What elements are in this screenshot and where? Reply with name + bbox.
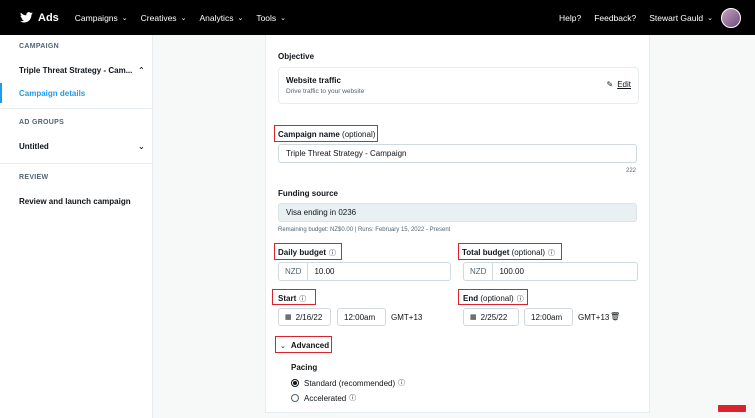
funding-source-field: Visa ending in 0236 — [278, 203, 637, 222]
currency-label: NZD — [279, 263, 309, 280]
chevron-down-icon: ⌄ — [138, 142, 145, 151]
pencil-icon: ✎ — [606, 80, 614, 89]
sidebar-item-review[interactable]: Review and launch campaign — [0, 197, 131, 206]
funding-note: Remaining budget: NZ$0.00 | Runs: Februa… — [278, 227, 451, 233]
account-menu[interactable]: Stewart Gauld ⌄ — [649, 13, 713, 23]
start-time-value: 12:00am — [344, 312, 376, 322]
campaign-name-value: Triple Threat Strategy - Campaign — [286, 149, 407, 158]
calendar-icon: ▦ — [470, 314, 477, 321]
info-icon[interactable]: ⓘ — [349, 393, 356, 403]
end-date-input[interactable]: ▦ 2/25/22 — [463, 308, 519, 326]
end-timezone: GMT+13 — [578, 313, 610, 322]
pacing-standard-option[interactable]: Standard (recommended) ⓘ — [291, 378, 405, 388]
user-nav: Help? Feedback? Stewart Gauld ⌄ — [559, 7, 755, 28]
highlight-box — [272, 289, 316, 305]
chevron-down-icon: ⌄ — [121, 14, 128, 22]
nav-campaigns[interactable]: Campaigns ⌄ — [75, 13, 128, 23]
objective-card: Website traffic Drive traffic to your we… — [278, 67, 639, 104]
objective-label: Objective — [278, 52, 315, 61]
campaign-name-input[interactable]: Triple Threat Strategy - Campaign — [278, 144, 637, 163]
chevron-down-icon: ⌄ — [280, 14, 287, 22]
brand-label: Ads — [38, 11, 59, 24]
funding-source-label: Funding source — [278, 189, 338, 198]
nav-tools[interactable]: Tools ⌄ — [256, 13, 286, 23]
sidebar-item-label: Triple Threat Strategy - Cam... — [19, 66, 133, 75]
highlight-box — [274, 125, 378, 142]
calendar-icon: ▦ — [285, 314, 292, 321]
top-navigation-bar: Ads Campaigns ⌄ Creatives ⌄ Analytics ⌄ Too… — [0, 0, 755, 35]
char-count: 222 — [626, 168, 637, 174]
sidebar-item-campaign[interactable]: Triple Threat Strategy - Cam... ⌃ — [0, 66, 153, 75]
bird-icon — [20, 12, 33, 23]
edit-label: Edit — [617, 80, 631, 89]
chevron-down-icon: ⌄ — [707, 14, 713, 22]
highlight-box — [458, 243, 562, 260]
radio-unselected[interactable] — [291, 394, 299, 402]
advanced-label: Advanced — [290, 341, 330, 350]
nav-analytics[interactable]: Analytics ⌄ — [199, 13, 243, 23]
avatar[interactable] — [721, 7, 741, 28]
start-date-value: 2/16/22 — [295, 312, 323, 322]
review-heading: REVIEW — [19, 174, 49, 181]
main-nav: Campaigns ⌄ Creatives ⌄ Analytics ⌄ Tools ⌄ — [75, 13, 299, 23]
divider — [0, 108, 153, 109]
chevron-down-icon: ⌄ — [180, 14, 187, 22]
user-name: Stewart Gauld — [649, 12, 704, 23]
sidebar-item-adgroup[interactable]: Untitled ⌄ — [0, 142, 153, 151]
start-time-input[interactable]: 12:00am — [337, 308, 386, 326]
adgroups-heading: AD GROUPS — [19, 119, 65, 126]
daily-budget-input[interactable]: NZD 10.00 — [278, 262, 451, 281]
chevron-up-icon: ⌃ — [138, 66, 145, 75]
help-link[interactable]: Help? — [559, 13, 581, 23]
accelerated-label: Accelerated — [304, 393, 347, 403]
sidebar-item-label: Untitled — [19, 142, 49, 151]
start-timezone: GMT+13 — [391, 313, 423, 322]
edit-objective-button[interactable]: ✎ Edit — [607, 80, 632, 89]
highlight-box — [274, 243, 342, 260]
chevron-down-icon: ⌄ — [237, 14, 244, 22]
pacing-label: Pacing — [291, 363, 318, 372]
end-time-value: 12:00am — [531, 312, 563, 322]
highlight-box — [458, 289, 528, 305]
campaign-form: Objective Website traffic Drive traffic … — [265, 35, 650, 413]
sidebar-item-campaign-details[interactable]: Campaign details — [0, 83, 85, 103]
nav-label: Tools — [256, 12, 277, 23]
nav-label: Campaigns — [74, 12, 118, 23]
funding-source-value: Visa ending in 0236 — [286, 208, 357, 217]
chevron-down-icon: ⌄ — [280, 342, 286, 350]
trash-icon[interactable]: 🗑 — [610, 312, 620, 321]
feedback-link[interactable]: Feedback? — [594, 13, 636, 23]
nav-label: Creatives — [140, 12, 177, 23]
campaign-heading: CAMPAIGN — [19, 43, 59, 50]
objective-description: Drive traffic to your website — [286, 88, 365, 95]
nav-label: Analytics — [199, 12, 234, 23]
advanced-toggle[interactable]: ⌄ Advanced — [280, 341, 329, 350]
sidebar: CAMPAIGN Triple Threat Strategy - Cam...… — [0, 35, 153, 418]
divider — [0, 163, 153, 164]
start-date-input[interactable]: ▦ 2/16/22 — [278, 308, 331, 326]
total-budget-input[interactable]: NZD 100.00 — [463, 262, 638, 281]
info-icon[interactable]: ⓘ — [398, 378, 405, 388]
pacing-accelerated-option[interactable]: Accelerated ⓘ — [291, 393, 356, 403]
ads-logo[interactable]: Ads — [20, 12, 59, 24]
end-time-input[interactable]: 12:00am — [524, 308, 573, 326]
end-date-value: 2/25/22 — [480, 312, 508, 322]
total-budget-value: 100.00 — [499, 267, 524, 276]
nav-creatives[interactable]: Creatives ⌄ — [141, 13, 187, 23]
radio-selected[interactable] — [291, 379, 299, 387]
daily-budget-value: 10.00 — [314, 267, 335, 276]
corner-badge — [718, 405, 746, 412]
currency-label: NZD — [464, 263, 494, 280]
objective-title: Website traffic — [286, 76, 341, 85]
standard-label: Standard (recommended) — [304, 378, 396, 388]
